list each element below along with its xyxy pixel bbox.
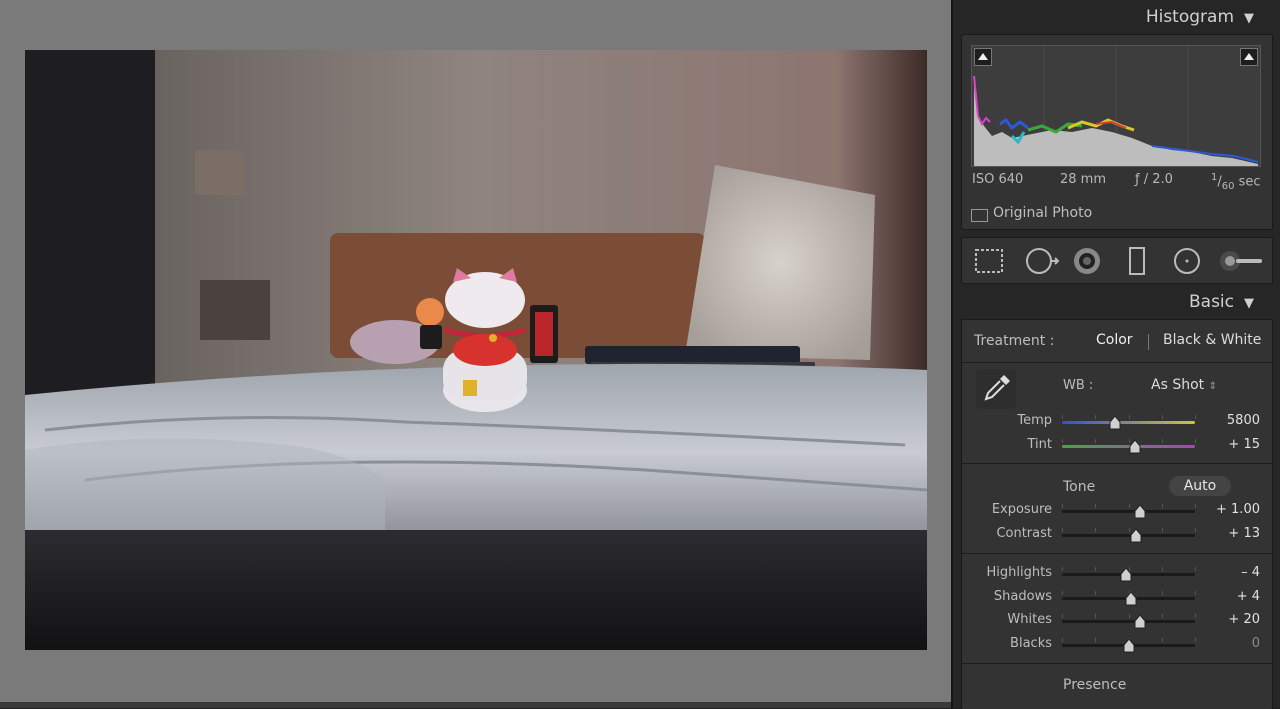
treatment-color-option[interactable]: Color bbox=[1096, 332, 1133, 348]
treatment-label: Treatment : bbox=[974, 333, 1055, 349]
slider-label-shadows: Shadows bbox=[993, 589, 1052, 604]
graduated-filter-icon[interactable] bbox=[1122, 246, 1152, 276]
divider bbox=[962, 553, 1272, 554]
slider-thumb-whites[interactable] bbox=[1134, 614, 1146, 633]
iso-value: ISO 640 bbox=[972, 172, 1024, 187]
focal-length-value: 28 mm bbox=[1060, 172, 1107, 187]
histogram-header[interactable]: Histogram ▼ bbox=[1146, 7, 1254, 27]
slider-value-tint[interactable]: + 15 bbox=[1200, 437, 1260, 452]
original-photo-checkbox[interactable] bbox=[971, 209, 988, 222]
slider-ticks bbox=[1062, 614, 1196, 618]
tool-strip bbox=[961, 237, 1273, 284]
adjustment-brush-icon[interactable] bbox=[1218, 246, 1264, 276]
red-eye-icon[interactable] bbox=[1072, 246, 1102, 276]
slider-ticks bbox=[1062, 528, 1196, 532]
slider-value-whites[interactable]: + 20 bbox=[1200, 612, 1260, 627]
slider-label-contrast: Contrast bbox=[996, 526, 1052, 541]
wb-label: WB : bbox=[1063, 378, 1094, 393]
develop-right-panel: Histogram ▼ ISO 640 28 mm ƒ / 2.0 1/60 s… bbox=[953, 0, 1280, 709]
crop-tool-icon[interactable] bbox=[974, 246, 1004, 276]
slider-thumb-exposure[interactable] bbox=[1134, 504, 1146, 523]
slider-value-contrast[interactable]: + 13 bbox=[1200, 526, 1260, 541]
divider bbox=[962, 463, 1272, 464]
tone-label: Tone bbox=[1063, 479, 1096, 495]
slider-track-exposure[interactable] bbox=[1062, 510, 1195, 513]
slider-track-whites[interactable] bbox=[1062, 620, 1195, 623]
slider-thumb-blacks[interactable] bbox=[1123, 638, 1135, 657]
slider-value-temp[interactable]: 5800 bbox=[1200, 413, 1260, 428]
divider bbox=[962, 663, 1272, 664]
collapse-triangle-icon[interactable]: ▼ bbox=[1244, 296, 1254, 311]
slider-track-contrast[interactable] bbox=[1062, 534, 1195, 537]
histogram-title: Histogram bbox=[1145, 7, 1234, 27]
treatment-separator bbox=[1148, 334, 1149, 350]
slider-track-temp[interactable] bbox=[1062, 421, 1195, 424]
stepper-icon: ⇕ bbox=[1208, 381, 1217, 392]
slider-label-blacks: Blacks bbox=[1010, 636, 1052, 651]
wb-select[interactable]: As Shot ⇕ bbox=[1151, 377, 1217, 393]
slider-label-temp: Temp bbox=[1017, 413, 1052, 428]
filmstrip-edge bbox=[0, 702, 951, 708]
aperture-value: ƒ / 2.0 bbox=[1135, 172, 1173, 187]
slider-thumb-temp[interactable] bbox=[1109, 415, 1121, 434]
spot-removal-icon[interactable] bbox=[1024, 246, 1060, 276]
slider-value-blacks[interactable]: 0 bbox=[1200, 636, 1260, 651]
basic-title: Basic bbox=[1188, 292, 1234, 312]
slider-thumb-shadows[interactable] bbox=[1125, 591, 1137, 610]
divider bbox=[962, 362, 1272, 363]
radial-filter-icon[interactable] bbox=[1172, 246, 1202, 276]
treatment-bw-option[interactable]: Black & White bbox=[1163, 332, 1261, 348]
histogram-graph[interactable] bbox=[971, 45, 1261, 167]
white-balance-eyedropper-icon[interactable] bbox=[974, 367, 1018, 411]
slider-label-whites: Whites bbox=[1007, 612, 1052, 627]
slider-value-shadows[interactable]: + 4 bbox=[1200, 589, 1260, 604]
slider-value-highlights[interactable]: – 4 bbox=[1200, 565, 1260, 580]
slider-label-tint: Tint bbox=[1027, 437, 1053, 452]
slider-label-exposure: Exposure bbox=[991, 502, 1052, 517]
basic-header[interactable]: Basic ▼ bbox=[1189, 292, 1254, 312]
slider-ticks bbox=[1062, 415, 1196, 419]
highlight-clipping-button[interactable] bbox=[1240, 48, 1258, 66]
slider-thumb-tint[interactable] bbox=[1129, 439, 1141, 458]
auto-tone-button[interactable]: Auto bbox=[1169, 476, 1231, 496]
slider-thumb-highlights[interactable] bbox=[1120, 567, 1132, 586]
original-photo-label: Original Photo bbox=[993, 205, 1093, 221]
slider-value-exposure[interactable]: + 1.00 bbox=[1200, 502, 1260, 517]
bedroom-photo bbox=[25, 50, 927, 650]
histogram-box: ISO 640 28 mm ƒ / 2.0 1/60 sec Original … bbox=[961, 34, 1273, 230]
wb-value: As Shot bbox=[1151, 377, 1205, 393]
shutter-speed-value: 1/60 sec bbox=[1211, 172, 1261, 192]
shadow-clipping-button[interactable] bbox=[974, 48, 992, 66]
slider-ticks bbox=[1062, 504, 1196, 508]
photo-preview[interactable] bbox=[25, 50, 927, 650]
basic-panel: Treatment : Color Black & White WB : As … bbox=[961, 319, 1273, 709]
slider-label-highlights: Highlights bbox=[986, 565, 1052, 580]
collapse-triangle-icon[interactable]: ▼ bbox=[1244, 11, 1254, 26]
slider-thumb-contrast[interactable] bbox=[1130, 528, 1142, 547]
presence-header[interactable]: Presence bbox=[1063, 677, 1126, 693]
photo-viewer bbox=[0, 0, 951, 708]
